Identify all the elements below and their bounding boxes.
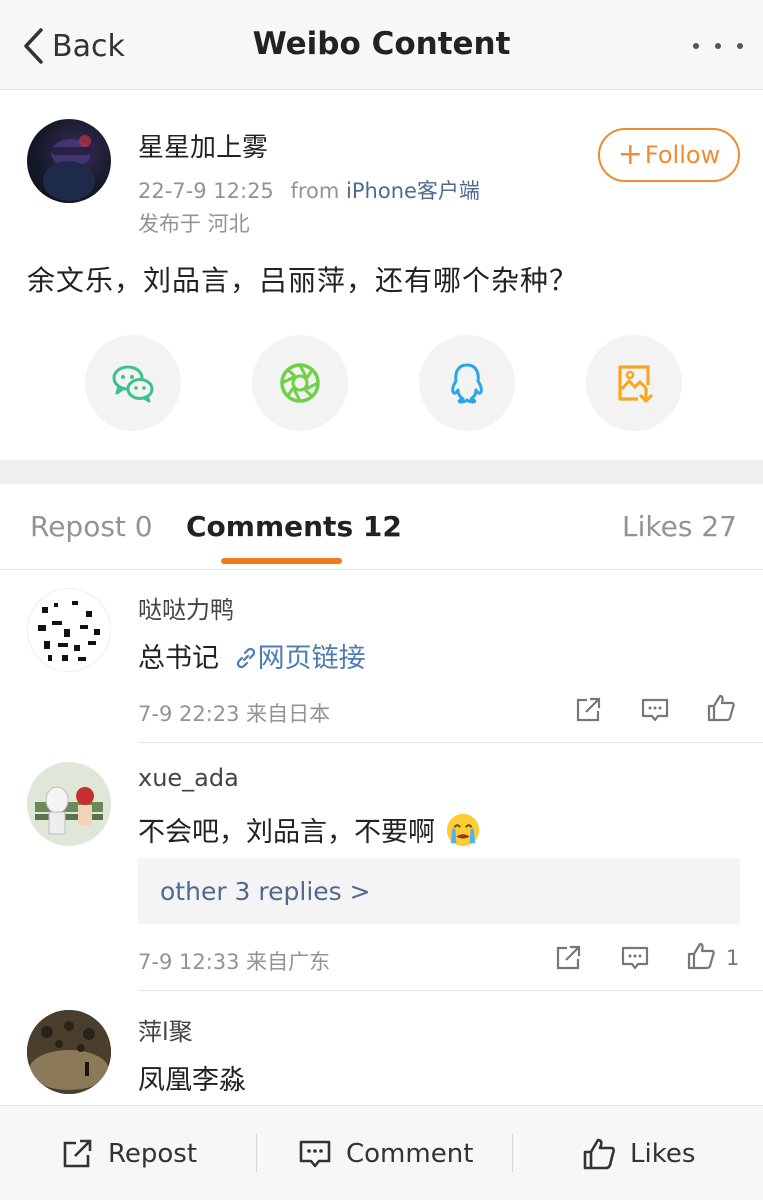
from-label: from bbox=[290, 179, 340, 203]
bar-divider bbox=[256, 1134, 257, 1172]
repost-button[interactable]: Repost bbox=[60, 1134, 197, 1174]
interaction-tabs: Repost 0 Comments 12 Likes 27 bbox=[0, 484, 763, 570]
post-source[interactable]: iPhone客户端 bbox=[346, 179, 480, 203]
web-link-label: 网页链接 bbox=[257, 643, 366, 674]
like-count: 1 bbox=[726, 946, 740, 970]
tab-comments[interactable]: Comments 12 bbox=[186, 510, 402, 543]
post-location: 发布于 河北 bbox=[138, 212, 250, 236]
follow-label: Follow bbox=[644, 141, 721, 169]
share-icon[interactable] bbox=[573, 695, 603, 725]
qq-icon bbox=[451, 363, 483, 404]
comment-body: 总书记 bbox=[138, 643, 219, 674]
section-gap bbox=[0, 460, 763, 484]
comment-icon bbox=[299, 1140, 331, 1168]
crying-emoji bbox=[446, 813, 479, 847]
likes-button[interactable]: Likes bbox=[582, 1134, 695, 1174]
comment-time: 7-9 12:33 来自广东 bbox=[138, 950, 331, 974]
commenter-name[interactable]: 萍l聚 bbox=[138, 1012, 193, 1047]
post-meta: 22-7-9 12:25 from iPhone客户端 bbox=[138, 175, 480, 205]
more-icon[interactable] bbox=[693, 36, 743, 56]
author-name[interactable]: 星星加上雾 bbox=[138, 127, 268, 164]
active-tab-indicator bbox=[221, 558, 342, 564]
post-time: 22-7-9 12:25 bbox=[138, 179, 274, 203]
comment-button[interactable]: Comment bbox=[298, 1134, 473, 1174]
commenter-name[interactable]: 哒哒力鸭 bbox=[138, 590, 234, 625]
share-row bbox=[85, 335, 682, 431]
comment-icon[interactable] bbox=[640, 695, 670, 725]
plus-icon: + bbox=[617, 137, 643, 172]
like-icon[interactable] bbox=[686, 941, 716, 971]
comment-icon[interactable] bbox=[620, 943, 650, 973]
comment-text: 凤凰李淼 bbox=[138, 1065, 246, 1096]
share-qq-button[interactable] bbox=[419, 335, 515, 431]
link-icon bbox=[236, 647, 255, 669]
page-title: Weibo Content bbox=[252, 26, 511, 62]
comment-divider bbox=[138, 990, 763, 991]
commenter-avatar[interactable] bbox=[27, 1010, 111, 1094]
nav-bar: Back Weibo Content bbox=[0, 0, 763, 90]
more-replies-link[interactable]: other 3 replies > bbox=[138, 858, 740, 924]
like-icon[interactable] bbox=[706, 693, 736, 723]
comment-item: xue_ada 不会吧，刘品言，不要啊 other 3 replies > 7-… bbox=[0, 744, 763, 992]
moments-icon bbox=[280, 363, 320, 403]
comment-label: Comment bbox=[346, 1139, 474, 1169]
comment-item: 哒哒力鸭 总书记 网页链接 7-9 22:23 来自日本 bbox=[0, 570, 763, 744]
comment-text: 不会吧，刘品言，不要啊 bbox=[138, 810, 482, 849]
follow-button[interactable]: + Follow bbox=[598, 128, 740, 182]
comment-item: 萍l聚 凤凰李淼 bbox=[0, 992, 763, 1105]
share-icon[interactable] bbox=[553, 943, 583, 973]
repost-icon bbox=[63, 1139, 92, 1168]
share-wechat-button[interactable] bbox=[85, 335, 181, 431]
tab-likes[interactable]: Likes 27 bbox=[622, 510, 737, 543]
web-link[interactable]: 网页链接 bbox=[228, 643, 366, 674]
comment-body: 不会吧，刘品言，不要啊 bbox=[138, 817, 435, 848]
bar-divider bbox=[512, 1134, 513, 1172]
bottom-action-bar: Repost Comment Likes bbox=[0, 1105, 763, 1200]
save-image-button[interactable] bbox=[586, 335, 682, 431]
commenter-avatar[interactable] bbox=[27, 762, 111, 846]
repost-label: Repost bbox=[108, 1139, 198, 1169]
comment-time: 7-9 22:23 来自日本 bbox=[138, 702, 331, 726]
post-card: 星星加上雾 22-7-9 12:25 from iPhone客户端 发布于 河北… bbox=[0, 91, 763, 460]
like-icon bbox=[583, 1138, 615, 1170]
likes-label: Likes bbox=[630, 1139, 696, 1169]
wechat-icon bbox=[112, 365, 154, 403]
commenter-avatar[interactable] bbox=[27, 588, 111, 672]
post-text: 余文乐，刘品言，吕丽萍，还有哪个杂种？ bbox=[27, 264, 579, 297]
commenter-name[interactable]: xue_ada bbox=[138, 764, 239, 792]
share-moments-button[interactable] bbox=[252, 335, 348, 431]
tab-repost[interactable]: Repost 0 bbox=[30, 510, 153, 543]
save-image-icon bbox=[618, 365, 653, 403]
author-avatar[interactable] bbox=[27, 119, 111, 203]
comment-divider bbox=[138, 742, 763, 743]
comment-text: 总书记 网页链接 bbox=[138, 636, 366, 675]
